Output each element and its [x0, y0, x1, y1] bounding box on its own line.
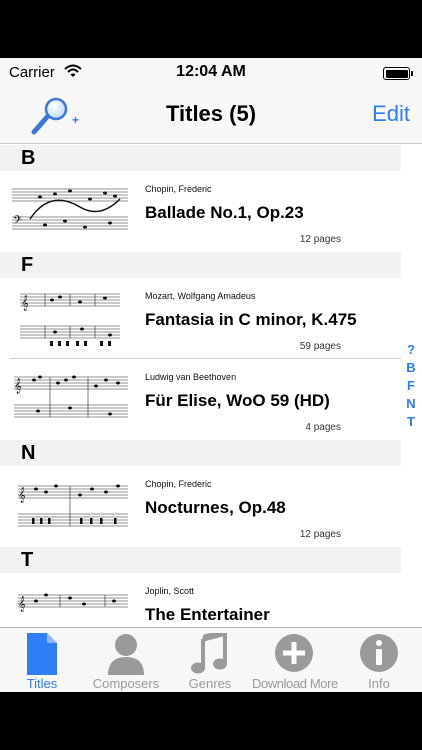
index-entry[interactable]: ? [404, 341, 418, 359]
list-item[interactable]: 𝄞 Chopin, Frederic Nocturnes, Op.48 12 p… [0, 466, 401, 547]
composer-label: Chopin, Frederic [145, 479, 212, 489]
bottom-letterbox [0, 692, 422, 750]
sheet-music-thumbnail: 𝄞 [10, 367, 130, 433]
top-letterbox [0, 0, 422, 58]
svg-text:𝄢: 𝄢 [13, 214, 22, 230]
list-item[interactable]: 𝄞 Mozart, Wolfgang Amadeus Fantasia in C… [0, 278, 401, 359]
svg-text:𝄞: 𝄞 [18, 597, 26, 612]
page-count: 12 pages [299, 529, 341, 540]
battery-tip [411, 71, 413, 76]
svg-text:𝄞: 𝄞 [18, 488, 26, 503]
tab-label: Titles [26, 676, 58, 691]
status-bar: Carrier 12:04 AM [0, 58, 422, 88]
list-item[interactable]: 𝄞 Joplin, Scott The Entertainer [0, 573, 401, 627]
composer-label: Ludwig van Beethoven [145, 372, 237, 382]
page-count: 4 pages [305, 422, 341, 433]
piece-title: Nocturnes, Op.48 [145, 498, 286, 517]
navigation-bar: + Titles (5) Edit [0, 88, 422, 144]
tab-label: Composers [92, 676, 160, 691]
list-item[interactable]: 𝄢 Chopin, Frederic Ballade No.1, Op.23 1… [0, 171, 401, 252]
app-screen: Carrier 12:04 AM + Titles (5) Edit B 𝄢 C… [0, 58, 422, 692]
piece-title: Fantasia in C minor, K.475 [145, 310, 357, 329]
svg-text:+: + [72, 113, 79, 127]
page-count: 59 pages [299, 341, 341, 352]
composer-label: Chopin, Frederic [145, 184, 212, 194]
battery-icon [383, 67, 410, 80]
tab-bar: Titles Composers Genres Download More In… [0, 627, 422, 692]
section-header-n: N [0, 440, 401, 466]
tab-titles[interactable]: Titles [0, 628, 84, 692]
music-note-icon [191, 633, 227, 674]
tab-composers[interactable]: Composers [84, 628, 168, 692]
section-header-b: B [0, 145, 401, 171]
section-header-t: T [0, 547, 401, 573]
index-entry[interactable]: B [404, 359, 418, 377]
piece-title: Für Elise, WoO 59 (HD) [145, 391, 330, 410]
section-index[interactable]: ? B F N T [404, 341, 418, 431]
tab-info[interactable]: Info [336, 628, 422, 692]
tab-genres[interactable]: Genres [168, 628, 252, 692]
plus-circle-icon [275, 634, 313, 672]
tab-label: Info [368, 676, 390, 691]
svg-text:𝄞: 𝄞 [14, 379, 22, 394]
piece-title: Ballade No.1, Op.23 [145, 203, 304, 222]
tab-label: Download More [252, 676, 338, 691]
svg-text:𝄞: 𝄞 [21, 296, 29, 311]
index-entry[interactable]: T [404, 413, 418, 431]
titles-list[interactable]: B 𝄢 Chopin, Frederic Ballade No.1, Op.23… [0, 145, 422, 627]
sheet-music-thumbnail: 𝄞 [10, 286, 130, 352]
info-icon [360, 634, 398, 672]
composer-label: Joplin, Scott [145, 586, 195, 596]
tab-download-more[interactable]: Download More [252, 628, 338, 692]
piece-title: The Entertainer [145, 605, 270, 624]
sheet-music-thumbnail: 𝄢 [10, 179, 130, 245]
page-count: 12 pages [299, 234, 341, 245]
magnifier-plus-icon[interactable]: + [26, 96, 82, 138]
sheet-music-thumbnail: 𝄞 [10, 581, 130, 627]
clock: 12:04 AM [176, 63, 246, 80]
sheet-music-thumbnail: 𝄞 [10, 474, 130, 540]
tab-label: Genres [188, 676, 232, 691]
composer-label: Mozart, Wolfgang Amadeus [145, 291, 256, 301]
person-icon [108, 634, 144, 675]
section-header-f: F [0, 252, 401, 278]
list-item[interactable]: 𝄞 Ludwig van Beethoven Für Elise, WoO 59… [0, 359, 401, 440]
document-icon [27, 633, 57, 675]
index-entry[interactable]: N [404, 395, 418, 413]
edit-button[interactable]: Edit [372, 101, 410, 127]
index-entry[interactable]: F [404, 377, 418, 395]
